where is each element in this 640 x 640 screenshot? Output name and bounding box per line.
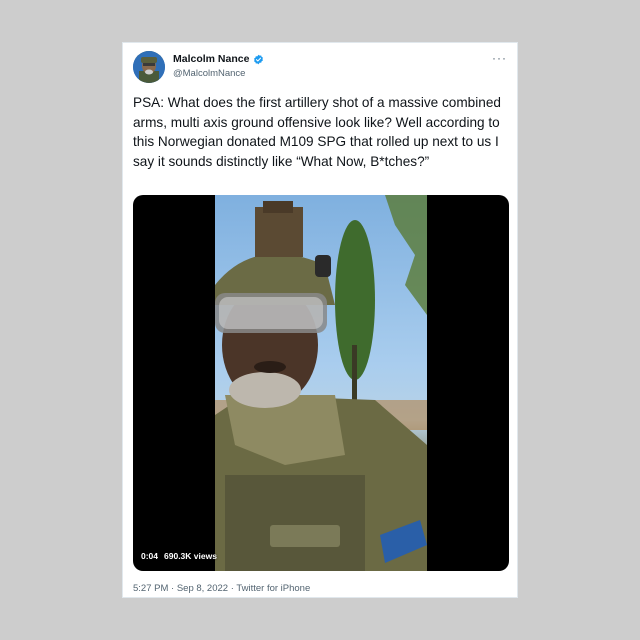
tweet-footer[interactable]: 5:27 PM · Sep 8, 2022 · Twitter for iPho… <box>133 583 310 594</box>
soldier-selfie-image <box>215 195 427 571</box>
video-timestamp: 0:04 <box>141 551 159 561</box>
video-meta: 0:04 690.3K views <box>141 551 217 561</box>
tweet-card: Malcolm Nance @MalcolmNance ··· PSA: Wha… <box>122 42 518 598</box>
avatar[interactable] <box>133 51 165 83</box>
author-handle[interactable]: @MalcolmNance <box>173 68 245 79</box>
video-frame <box>215 195 427 571</box>
author-name[interactable]: Malcolm Nance <box>173 53 249 65</box>
author-row[interactable]: Malcolm Nance <box>173 53 264 65</box>
verified-badge-icon <box>253 54 264 65</box>
video-player[interactable]: 0:04 690.3K views <box>133 195 509 571</box>
more-horizontal-icon[interactable]: ··· <box>492 51 507 65</box>
video-views: 690.3K views <box>164 551 217 561</box>
tweet-text: PSA: What does the first artillery shot … <box>133 95 501 169</box>
